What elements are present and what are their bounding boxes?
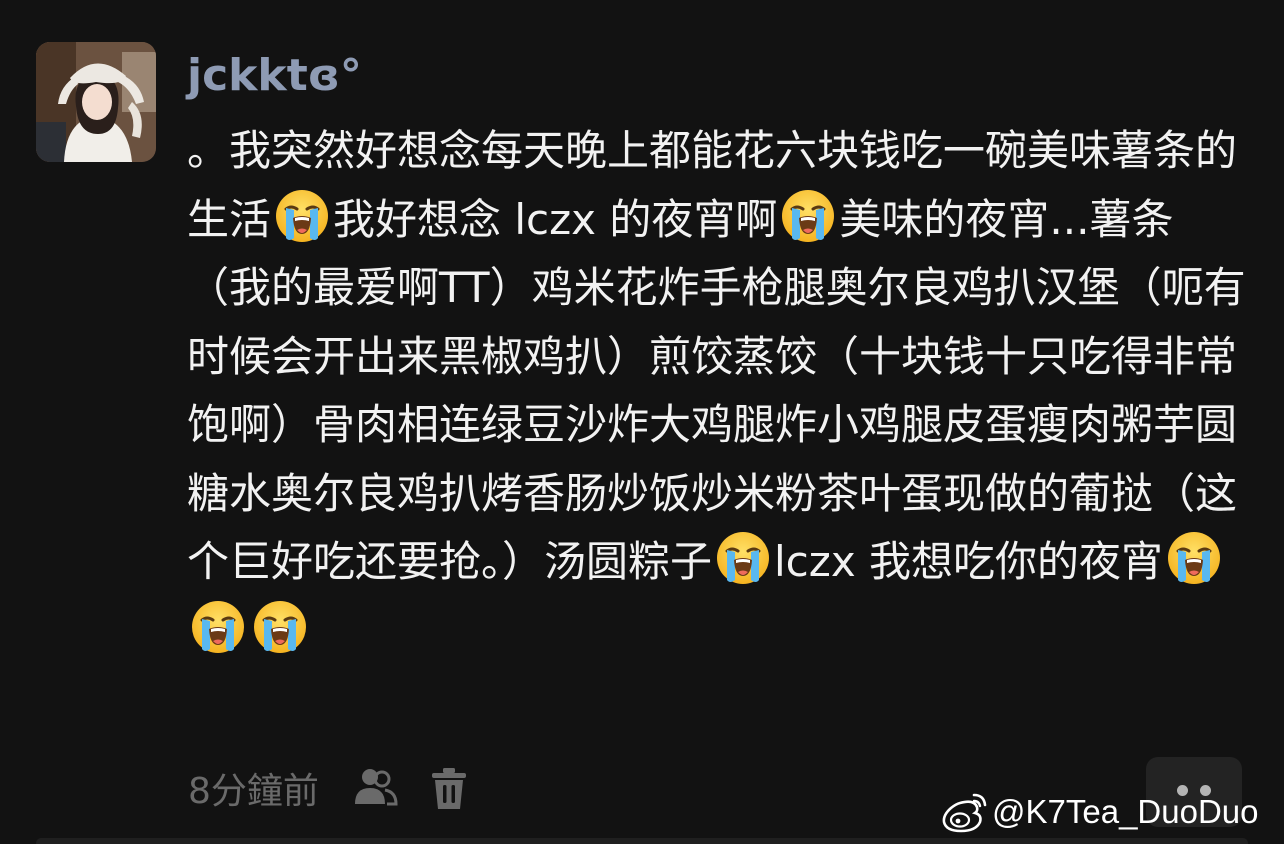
loudly-crying-face-icon — [1166, 530, 1222, 586]
watermark-handle: @K7Tea_DuoDuo — [992, 793, 1259, 830]
loudly-crying-face-icon — [252, 599, 308, 655]
loudly-crying-face-icon — [190, 599, 246, 655]
loudly-crying-face-icon — [780, 188, 836, 244]
weibo-icon — [942, 793, 987, 833]
loudly-crying-face-icon — [715, 530, 771, 586]
comment-text-segment: lczx 我想吃你的夜宵 — [774, 537, 1164, 586]
trash-icon[interactable] — [425, 764, 473, 812]
loudly-crying-face-icon — [274, 188, 330, 244]
comment-body: 。我突然好想念每天晚上都能花六块钱吃一碗美味薯条的生活 我好想念 lczx 的夜宵… — [187, 117, 1251, 665]
people-icon[interactable] — [351, 764, 399, 812]
watermark: @K7Tea_DuoDuo — [940, 790, 1259, 834]
comment-text-segment: 我好想念 lczx 的夜宵啊 — [333, 194, 778, 244]
comment-timestamp: 8分鐘前 — [188, 771, 319, 812]
avatar-photo-icon — [36, 42, 156, 162]
comment-author[interactable]: jckktɞ° — [187, 48, 362, 104]
comment-text-segment: 美味的夜宵...薯条（我的最爱啊TT）鸡米花炸手枪腿奥尔良鸡扒汉堡（呃有时候会开… — [187, 194, 1246, 587]
comment-screen: jckktɞ° 。我突然好想念每天晚上都能花六块钱吃一碗美味薯条的生活 我好想念 … — [0, 0, 1284, 844]
comment-meta: 8分鐘前 — [188, 760, 473, 816]
next-item-edge — [36, 838, 1248, 844]
avatar[interactable] — [36, 42, 156, 162]
